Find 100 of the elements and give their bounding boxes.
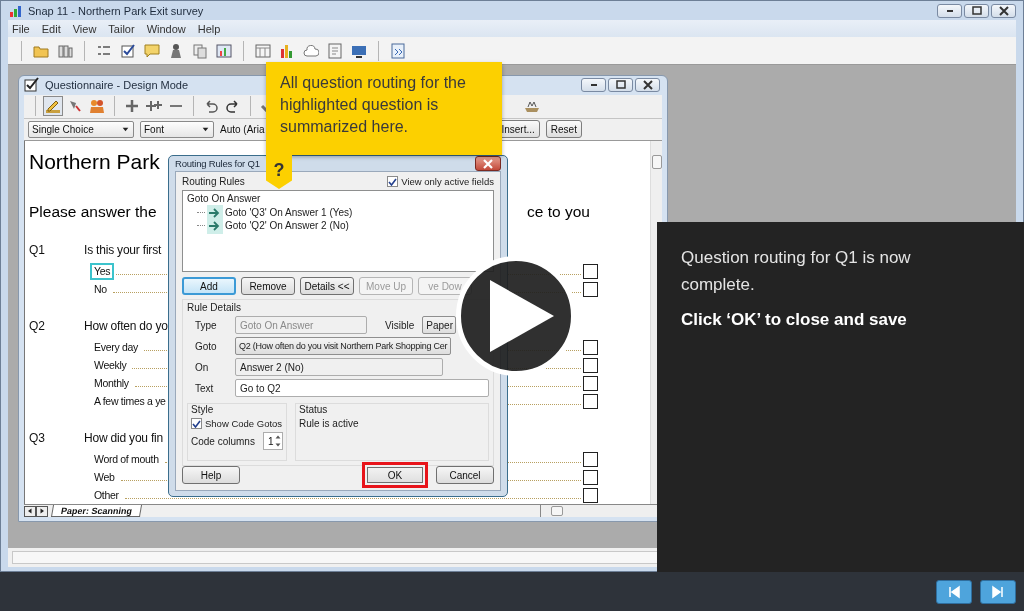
dialog-button[interactable]: OK <box>362 462 428 488</box>
last-button[interactable] <box>980 579 1016 604</box>
checkbox[interactable] <box>191 418 202 429</box>
answer-label[interactable]: Other <box>90 486 123 504</box>
window-title: Snap 11 - Northern Park Exit survey <box>28 4 204 17</box>
answer-checkbox[interactable] <box>583 281 598 297</box>
field-label: Text <box>195 382 215 394</box>
menu-item[interactable]: View <box>72 22 97 35</box>
answer-label[interactable]: No <box>90 280 111 298</box>
answer-checkbox[interactable] <box>583 487 598 503</box>
menu-item[interactable]: File <box>12 22 30 35</box>
font-name: Auto (Aria <box>220 123 265 135</box>
dialog-button[interactable]: Details << <box>300 277 354 295</box>
field-label: Type <box>195 319 218 331</box>
answer-checkbox[interactable] <box>583 393 598 409</box>
maximize-button[interactable] <box>608 78 633 93</box>
books-icon <box>57 42 73 59</box>
minus-icon <box>170 105 182 108</box>
answer-checkbox[interactable] <box>583 357 598 373</box>
answer-checkbox[interactable] <box>583 451 598 467</box>
minimize-button[interactable] <box>581 78 606 93</box>
instruction-text: ce to you <box>527 202 590 222</box>
undo-icon <box>203 98 219 115</box>
tree-item[interactable]: Goto 'Q3' On Answer 1 (Yes) <box>225 207 353 218</box>
question-number: Q3 <box>29 430 46 445</box>
down-arrow-icon <box>274 441 282 449</box>
survey-heading: Northern Park <box>29 150 160 174</box>
tree-item[interactable]: Goto 'Q2' On Answer 2 (No) <box>225 220 349 231</box>
answer-label[interactable]: Yes <box>90 262 115 280</box>
answer-label[interactable]: Monthly <box>90 374 133 392</box>
previous-sheet-button[interactable] <box>24 505 36 517</box>
maximize-button[interactable] <box>964 3 989 18</box>
answer-label[interactable]: Word of mouth <box>90 450 163 468</box>
field-label: On <box>195 361 210 373</box>
menu-item[interactable]: Window <box>146 22 186 35</box>
answer-label[interactable]: Weekly <box>90 356 131 374</box>
section-label: Routing Rules <box>182 176 245 187</box>
answer-checkbox[interactable] <box>583 339 598 355</box>
question-number: Q1 <box>29 242 46 257</box>
close-button[interactable] <box>635 78 660 93</box>
field-label: Goto <box>195 340 218 352</box>
menu-item[interactable]: Edit <box>41 22 61 35</box>
tree-item[interactable]: Goto On Answer <box>187 193 489 206</box>
next-sheet-button[interactable] <box>36 505 48 517</box>
font-dropdown[interactable]: Font <box>140 120 214 138</box>
speech-bubble-icon <box>144 42 160 59</box>
instruction-text: Please answer the <box>29 202 157 222</box>
section-label: Rule Details <box>187 302 241 313</box>
checkbox-label: Show Code Gotos <box>205 418 283 429</box>
text-field[interactable]: Go to Q2 <box>235 379 489 397</box>
dialog-button[interactable]: Help <box>182 466 240 484</box>
tick-icon <box>388 177 398 186</box>
checkbox-label: View only active fields <box>401 176 494 187</box>
question-mark-tooltip: ? <box>266 155 292 189</box>
dialog-button[interactable]: Remove <box>241 277 295 295</box>
chart-window-icon <box>216 42 232 59</box>
field-label: Code columns <box>191 435 255 447</box>
answer-label[interactable]: Every day <box>90 338 142 356</box>
skip-forward-icon <box>990 583 1006 600</box>
dialog-button[interactable]: Cancel <box>436 466 494 484</box>
first-button[interactable] <box>936 579 972 604</box>
question-type-dropdown[interactable]: Single Choice <box>28 120 134 138</box>
checkbox[interactable] <box>387 176 399 187</box>
answer-checkbox[interactable] <box>583 375 598 391</box>
up-arrow-icon <box>274 433 282 441</box>
section-label: Status <box>299 404 329 415</box>
export-document-icon <box>390 42 406 59</box>
answer-checkbox[interactable] <box>583 263 598 279</box>
format-button[interactable]: Reset <box>545 120 582 139</box>
menu-item[interactable]: Tailor <box>108 22 135 35</box>
close-button[interactable] <box>475 156 501 171</box>
goto-dropdown[interactable]: Q2 (How often do you visit Northern Park Shopping Cer <box>235 337 451 355</box>
plus-icon <box>124 98 140 115</box>
play-icon <box>490 280 554 352</box>
bar-chart-icon <box>279 42 295 59</box>
section-label: Style <box>191 404 215 415</box>
question-text: How often do yo <box>84 318 168 333</box>
question-number: Q2 <box>29 318 46 333</box>
checkbox-icon <box>24 77 40 94</box>
person-icon <box>168 42 184 59</box>
on-field[interactable]: Answer 2 (No) <box>235 358 443 376</box>
minimize-button[interactable] <box>937 3 962 18</box>
export-document-tool[interactable] <box>388 40 408 61</box>
table-window-icon <box>255 42 271 59</box>
people-icon <box>89 98 105 115</box>
close-button[interactable] <box>991 3 1016 18</box>
dialog-button[interactable]: Add <box>182 277 236 295</box>
sheet-tab[interactable]: Paper: Scanning <box>50 505 143 517</box>
answer-label[interactable]: A few times a ye <box>90 392 170 410</box>
answer-label[interactable]: Web <box>90 468 119 486</box>
redo-icon <box>225 98 241 115</box>
dialog-title: Routing Rules for Q1 <box>175 158 260 169</box>
visible-dropdown[interactable]: Paper <box>422 316 457 334</box>
panel-instruction: Click ‘OK’ to close and save <box>681 310 908 330</box>
columns-spinner[interactable]: 1 <box>262 432 283 450</box>
field-label: Visible <box>385 319 415 331</box>
pencil-ruler-tool[interactable] <box>43 96 63 117</box>
left-arrow-icon <box>26 507 34 515</box>
menu-item[interactable]: Help <box>197 22 221 35</box>
answer-checkbox[interactable] <box>583 469 598 485</box>
